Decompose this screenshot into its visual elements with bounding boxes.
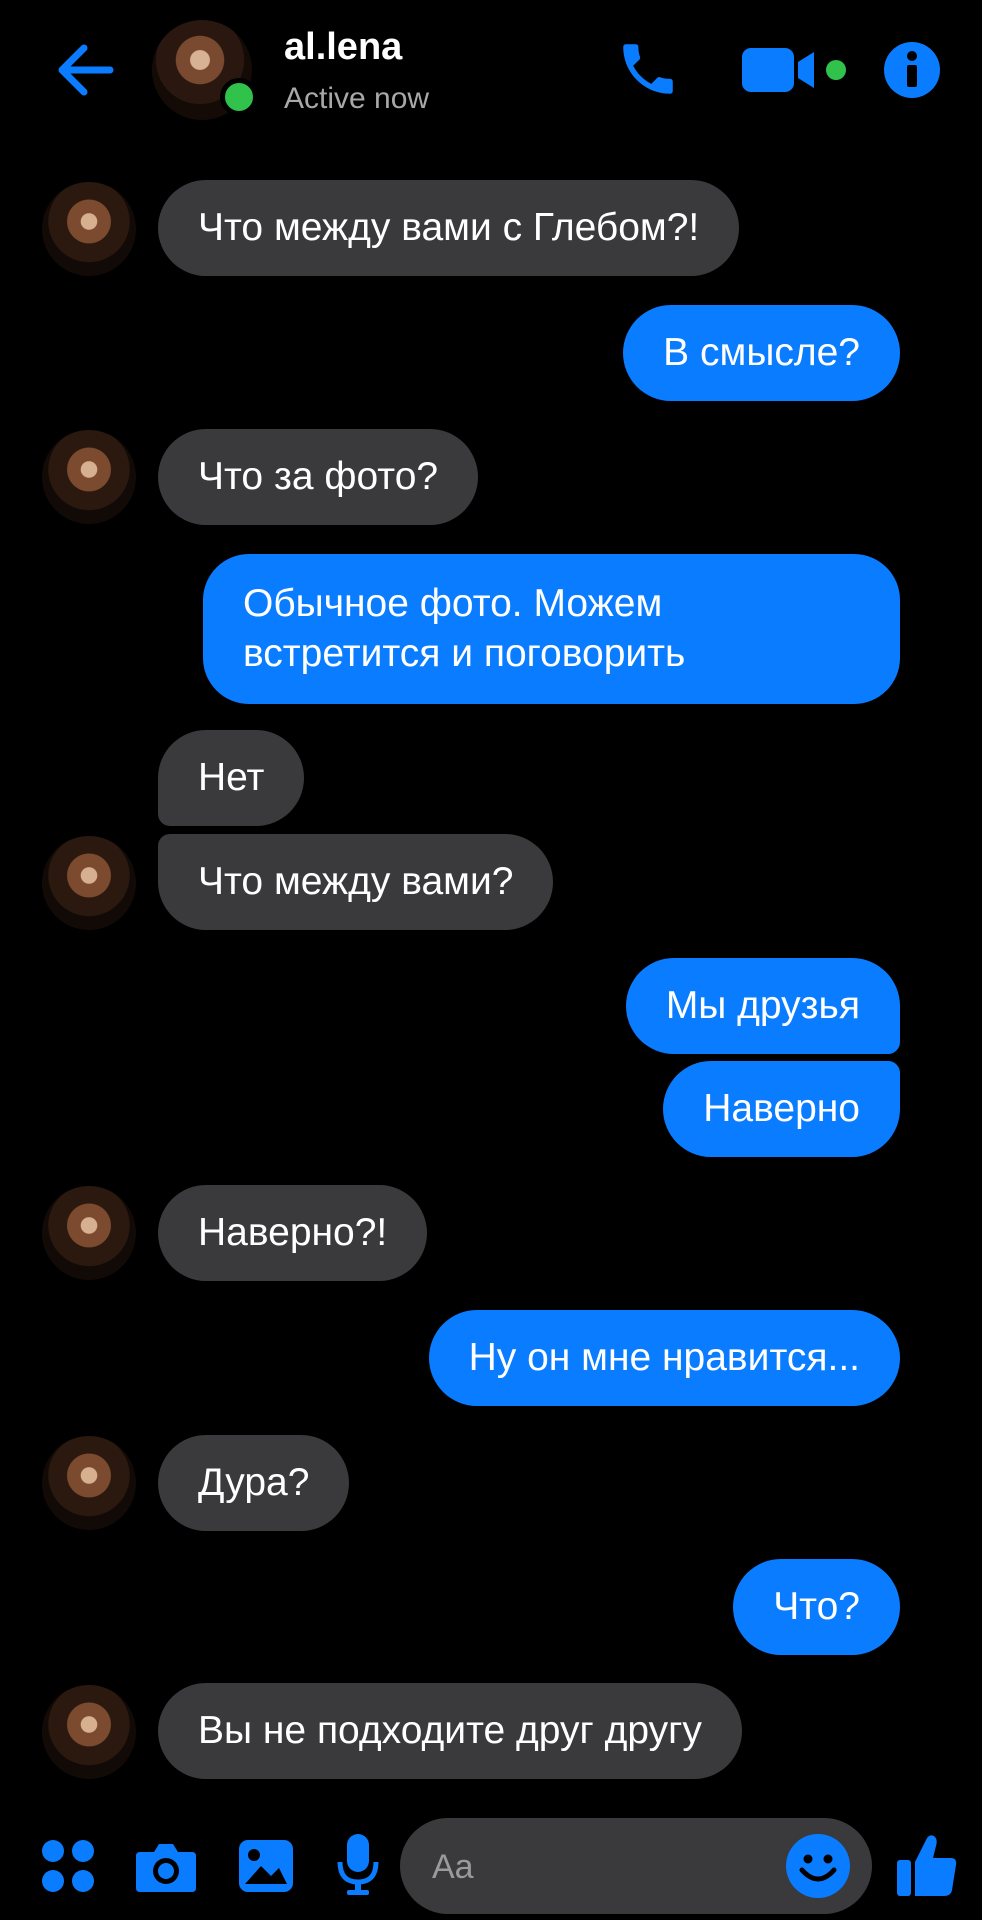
sender-avatar <box>42 1186 136 1280</box>
microphone-icon <box>337 1834 379 1895</box>
gallery-icon <box>239 1840 293 1892</box>
back-button[interactable] <box>50 38 118 102</box>
message-bubble-incoming[interactable]: Наверно?! <box>158 1185 428 1281</box>
like-button[interactable] <box>894 1830 960 1900</box>
contact-avatar[interactable] <box>152 20 258 120</box>
info-icon <box>884 42 940 98</box>
sender-avatar <box>42 182 136 276</box>
message-bubble-incoming[interactable]: Что за фото? <box>158 429 479 525</box>
messenger-chat-screen: al.lena Active now Что между вами с Глеб… <box>0 0 982 1920</box>
phone-icon <box>623 44 673 94</box>
video-camera-icon <box>742 48 846 92</box>
message-bubble-outgoing[interactable]: Что? <box>733 1559 900 1655</box>
voice-call-button[interactable] <box>612 36 684 102</box>
camera-button[interactable] <box>132 1836 200 1896</box>
message-bubble-outgoing[interactable]: В смысле? <box>623 305 900 401</box>
message-bubble-incoming[interactable]: Дура? <box>158 1435 350 1531</box>
message-input-container[interactable] <box>400 1818 872 1916</box>
message-bubble-outgoing[interactable]: Наверно <box>663 1061 900 1157</box>
message-list[interactable]: Что между вами с Глебом?! В смысле? Что … <box>0 140 982 1800</box>
voice-message-button[interactable] <box>334 1832 382 1896</box>
online-status-indicator <box>220 78 258 116</box>
message-bubble-incoming[interactable]: Нет <box>158 730 305 826</box>
message-bubble-outgoing[interactable]: Ну он мне нравится... <box>428 1310 900 1406</box>
info-button[interactable] <box>880 38 944 102</box>
message-bubble-outgoing[interactable]: Мы друзья <box>625 958 900 1054</box>
apps-button[interactable] <box>38 1836 98 1896</box>
sender-avatar <box>42 836 136 930</box>
contact-name[interactable]: al.lena <box>284 26 402 69</box>
message-bubble-incoming[interactable]: Что между вами? <box>158 834 554 930</box>
camera-icon <box>136 1844 196 1892</box>
apps-icon <box>42 1840 94 1892</box>
message-input[interactable] <box>430 1818 764 1916</box>
sender-avatar <box>42 1436 136 1530</box>
message-composer <box>0 1800 982 1920</box>
sender-avatar <box>42 1685 136 1779</box>
emoji-button[interactable] <box>784 1832 852 1900</box>
emoji-icon <box>786 1834 850 1898</box>
contact-status: Active now <box>284 82 430 115</box>
chat-header: al.lena Active now <box>0 0 982 140</box>
sender-avatar <box>42 430 136 524</box>
video-call-button[interactable] <box>740 44 850 96</box>
gallery-button[interactable] <box>236 1836 296 1896</box>
back-arrow-icon <box>58 44 114 96</box>
message-bubble-outgoing[interactable]: Обычное фото. Можем встретится и поговор… <box>203 554 900 704</box>
message-bubble-incoming[interactable]: Вы не подходите друг другу <box>158 1683 742 1779</box>
message-bubble-incoming[interactable]: Что между вами с Глебом?! <box>158 180 740 276</box>
thumbs-up-icon <box>897 1835 957 1896</box>
